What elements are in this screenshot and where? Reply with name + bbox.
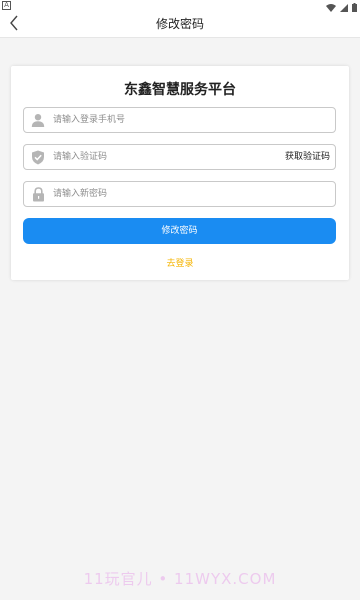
user-icon [30, 112, 46, 128]
platform-title: 东鑫智慧服务平台 [124, 82, 236, 98]
phone-field[interactable] [23, 107, 336, 133]
status-bar: A [0, 0, 360, 12]
shield-icon [30, 149, 46, 165]
notification-icon: A [2, 1, 11, 10]
change-password-form: 东鑫智慧服务平台 获取验证码 修改密码 [11, 66, 349, 280]
verification-code-input[interactable] [53, 145, 275, 169]
change-password-button[interactable]: 修改密码 [23, 218, 336, 244]
page-title: 修改密码 [155, 17, 204, 31]
status-icons [326, 0, 357, 12]
go-login-link[interactable]: 去登录 [11, 256, 349, 269]
get-code-button[interactable]: 获取验证码 [285, 145, 330, 169]
phone-input[interactable] [53, 108, 327, 132]
lock-icon [30, 186, 46, 202]
nav-bar: 修改密码 [0, 12, 360, 38]
new-password-input[interactable] [53, 182, 327, 206]
new-password-field[interactable] [23, 181, 336, 207]
verification-code-field[interactable]: 获取验证码 [23, 144, 336, 170]
watermark: 11玩官儿 • 11WYX.COM [83, 570, 277, 588]
